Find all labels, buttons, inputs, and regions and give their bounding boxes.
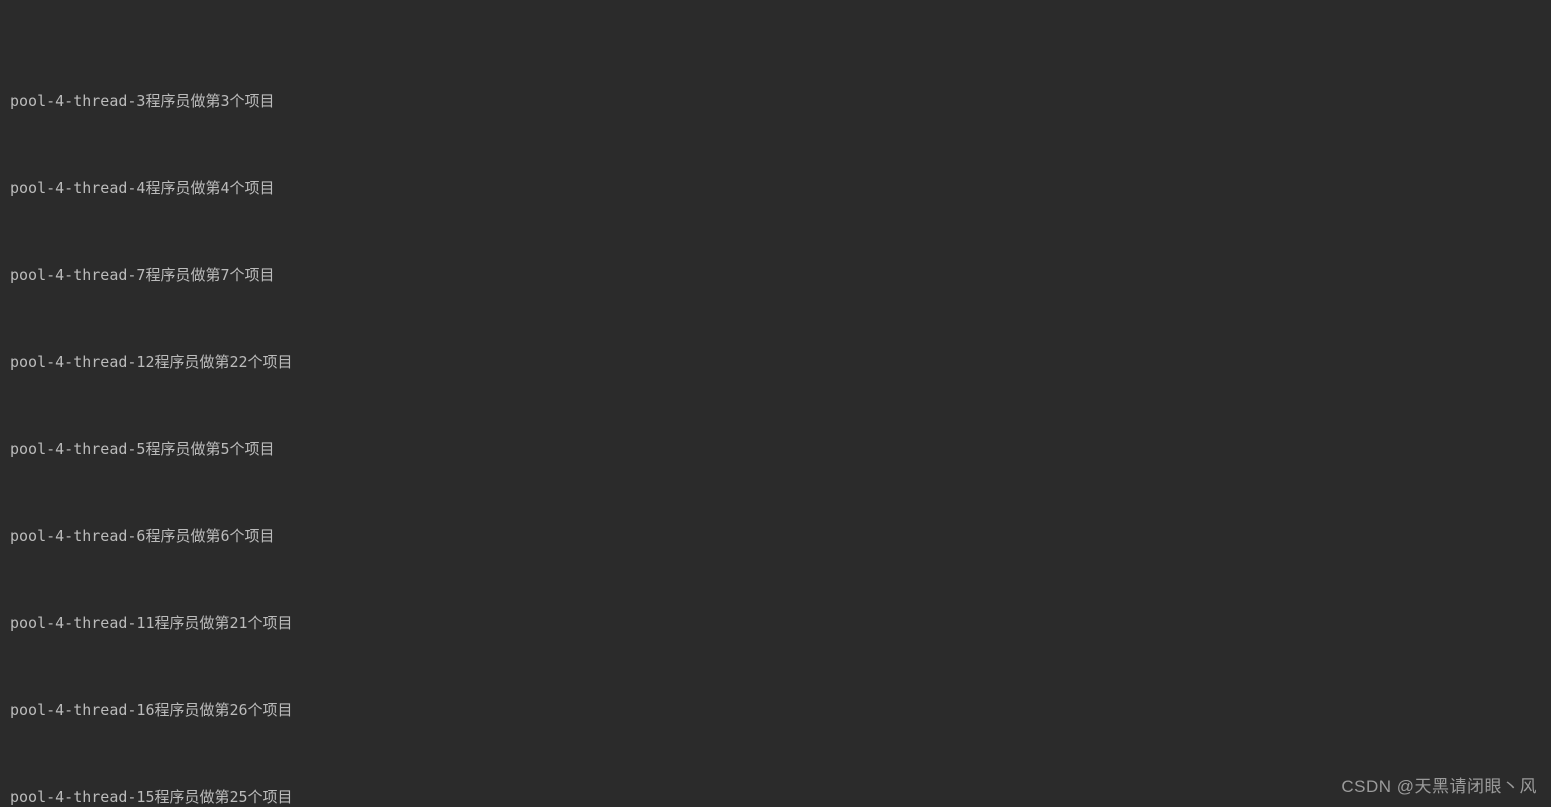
console-line: pool-4-thread-15程序员做第25个项目 [10, 783, 1551, 807]
console-line: pool-4-thread-6程序员做第6个项目 [10, 522, 1551, 551]
console-line: pool-4-thread-5程序员做第5个项目 [10, 435, 1551, 464]
console-line: pool-4-thread-7程序员做第7个项目 [10, 261, 1551, 290]
watermark: CSDN @天黑请闭眼丶风 [1341, 772, 1537, 801]
console-line: pool-4-thread-12程序员做第22个项目 [10, 348, 1551, 377]
console-line: pool-4-thread-3程序员做第3个项目 [10, 87, 1551, 116]
console-line: pool-4-thread-11程序员做第21个项目 [10, 609, 1551, 638]
console-output[interactable]: pool-4-thread-3程序员做第3个项目 pool-4-thread-4… [0, 0, 1551, 807]
console-line: pool-4-thread-4程序员做第4个项目 [10, 174, 1551, 203]
console-line: pool-4-thread-16程序员做第26个项目 [10, 696, 1551, 725]
